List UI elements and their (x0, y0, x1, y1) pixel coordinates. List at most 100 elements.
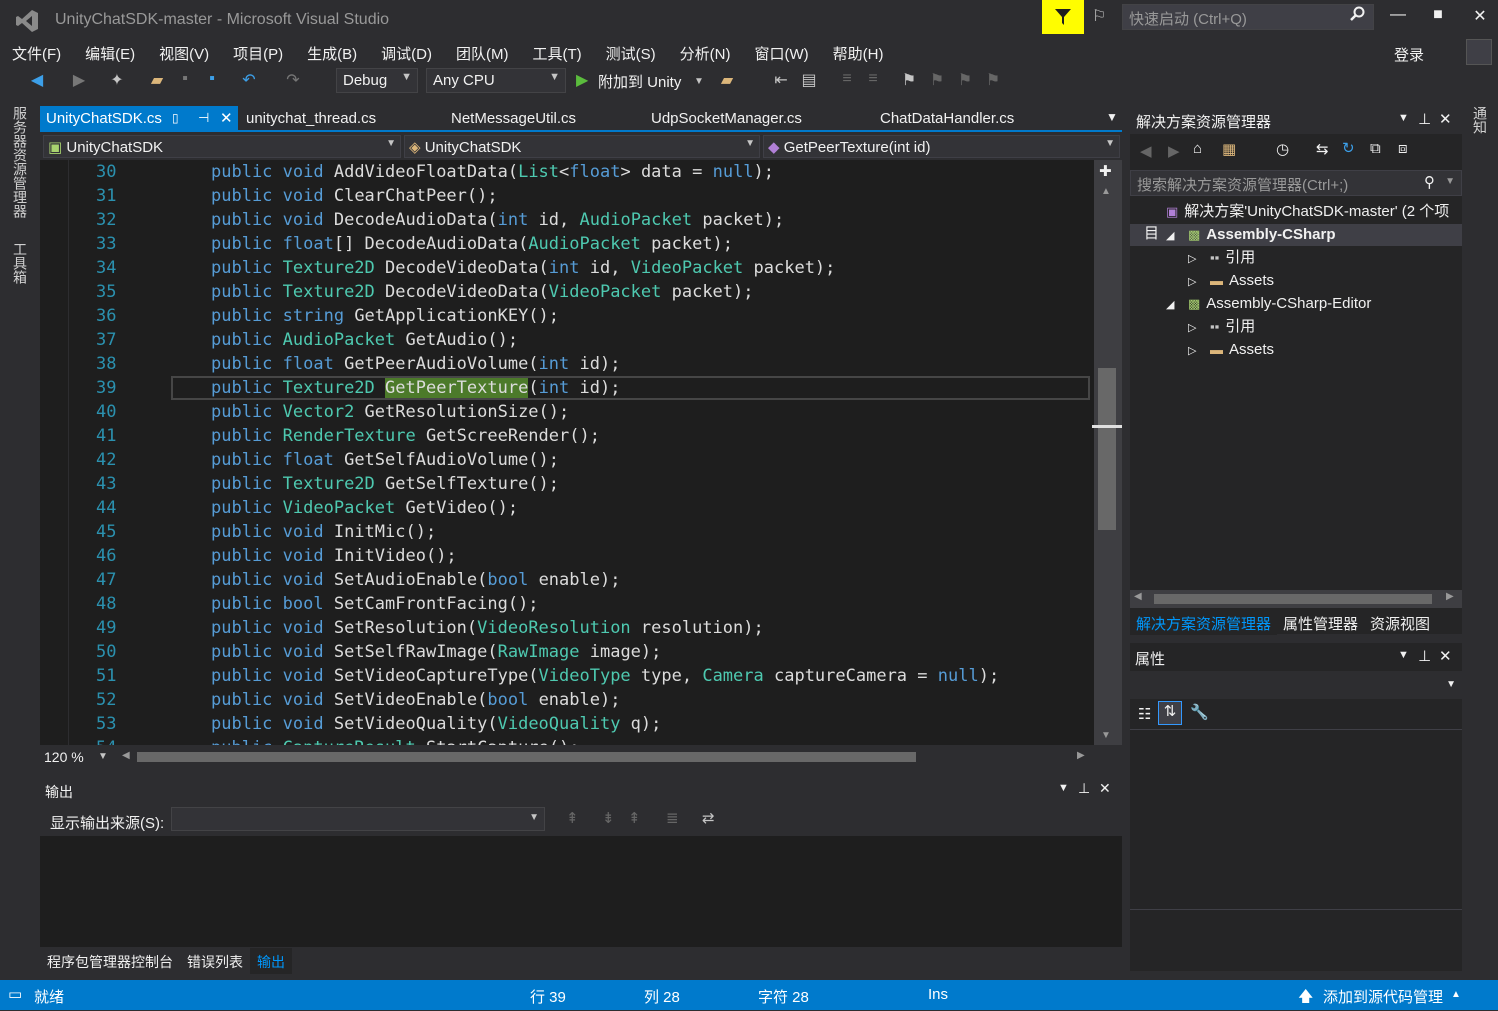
publish-icon[interactable]: 🡅 (1298, 986, 1313, 1011)
minimize-button[interactable]: — (1383, 6, 1413, 30)
tab-netmessageutil-cs[interactable]: NetMessageUtil.cs (445, 106, 582, 132)
panel-options-icon[interactable]: ▼ (1398, 649, 1409, 661)
menu-item-2[interactable]: 视图(V) (147, 40, 221, 66)
feedback-icon[interactable]: ⚐ (1092, 6, 1106, 26)
code-line[interactable]: 35 public Texture2D DecodeVideoData(Video… (40, 280, 1094, 304)
scroll-up-icon[interactable]: ▲ (1101, 186, 1111, 197)
menu-item-4[interactable]: 生成(B) (295, 40, 369, 66)
se-bottom-tab-0[interactable]: 解决方案资源管理器 (1130, 611, 1278, 635)
bottom-tab-1[interactable]: 错误列表 (180, 948, 250, 974)
tab-chatdatahandler-cs[interactable]: ChatDataHandler.cs (874, 106, 1020, 132)
code-line[interactable]: 51 public void SetVideoCaptureType(VideoT… (40, 664, 1094, 688)
scroll-right-icon[interactable]: ▶ (1077, 750, 1085, 761)
home-icon[interactable]: ⌂ (1193, 140, 1202, 157)
code-line[interactable]: 30 public void AddVideoFloatData(List<flo… (40, 160, 1094, 184)
code-line[interactable]: 41 public RenderTexture GetScreeRender(); (40, 424, 1094, 448)
alphabetical-icon[interactable]: ⇅ (1158, 701, 1182, 725)
close-window-button[interactable]: ✕ (1465, 6, 1495, 30)
code-line[interactable]: 53 public void SetVideoQuality(VideoQuali… (40, 712, 1094, 736)
properties-object-select[interactable]: ▼ (1130, 671, 1462, 699)
close-icon[interactable]: ✕ (220, 109, 233, 127)
back-icon[interactable]: ◀ (26, 70, 48, 90)
se-bottom-tab-1[interactable]: 属性管理器 (1277, 611, 1364, 635)
pin-icon[interactable]: ⊥ (1418, 647, 1431, 665)
property-pages-icon[interactable]: 🔧 (1190, 703, 1209, 721)
tree-item[interactable]: ◢ ▩ Assembly-CSharp (1130, 224, 1462, 246)
save-icon[interactable]: ▪ (174, 70, 196, 88)
code-line[interactable]: 42 public float GetSelfAudioVolume(); (40, 448, 1094, 472)
scroll-right-icon[interactable]: ▶ (1446, 591, 1454, 602)
notifications-tab[interactable]: 通知 (1470, 106, 1490, 134)
menu-item-3[interactable]: 项目(P) (221, 40, 295, 66)
word-wrap-icon[interactable]: ⇄ (702, 809, 715, 827)
se-bottom-tab-2[interactable]: 资源视图 (1364, 611, 1436, 635)
layout-icon[interactable]: ▤ (798, 70, 820, 90)
switch-views-icon[interactable]: ▦ (1222, 140, 1236, 158)
clear-bookmarks-icon[interactable]: ⚑ (982, 70, 1004, 90)
quick-launch-input[interactable]: 快速启动 (Ctrl+Q) (1122, 4, 1374, 30)
step-icon[interactable]: ⇤ (770, 70, 792, 90)
expand-arrow-icon[interactable]: ▷ (1188, 340, 1210, 362)
code-line[interactable]: 45 public void InitMic(); (40, 520, 1094, 544)
code-line[interactable]: 47 public void SetAudioEnable(bool enable… (40, 568, 1094, 592)
panel-options-icon[interactable]: ▼ (1058, 782, 1069, 794)
tab-overflow-icon[interactable]: ▼ (1100, 106, 1124, 132)
output-text-area[interactable] (40, 836, 1122, 947)
attach-to-unity-button[interactable]: 附加到 Unity (598, 71, 681, 92)
search-icon[interactable] (1350, 6, 1366, 27)
start-icon[interactable]: ▶ (576, 70, 588, 90)
code-line[interactable]: 46 public void InitVideo(); (40, 544, 1094, 568)
show-all-files-icon[interactable]: ⧈ (1398, 140, 1408, 157)
maximize-button[interactable]: ■ (1423, 6, 1453, 30)
outdent-icon[interactable]: ≡ (836, 70, 858, 88)
avatar[interactable] (1466, 39, 1492, 65)
expand-arrow-icon[interactable]: ▷ (1188, 248, 1210, 270)
tab-unitychatsdk-cs[interactable]: UnityChatSDK.cs ▯ ⊣ ✕ (40, 106, 238, 132)
tree-item[interactable]: ▷ ▪▪ 引用 (1130, 247, 1462, 269)
tree-item[interactable]: ▷ ▪▪ 引用 (1130, 316, 1462, 338)
zoom-level[interactable]: 120 % (44, 749, 84, 765)
refresh-icon[interactable]: ↻ (1342, 139, 1355, 157)
output-source-select[interactable]: ▼ (171, 807, 545, 831)
code-line[interactable]: 54 public CaptureResult StartCapture(); (40, 736, 1094, 745)
tree-item[interactable]: ▷ ▬ Assets (1130, 339, 1462, 361)
type-dropdown[interactable]: ◈ UnityChatSDK ▼ (404, 135, 760, 158)
add-to-source-control-button[interactable]: 添加到源代码管理 (1323, 986, 1443, 1007)
scrollbar-thumb[interactable] (1098, 368, 1116, 530)
code-line[interactable]: 40 public Vector2 GetResolutionSize(); (40, 400, 1094, 424)
menu-item-9[interactable]: 分析(N) (668, 40, 743, 66)
pin-icon[interactable]: ▯ (172, 111, 179, 125)
tree-item[interactable]: ◢ ▩ Assembly-CSharp-Editor (1130, 293, 1462, 315)
close-icon[interactable]: ✕ (1439, 647, 1452, 665)
next-bookmark-icon[interactable]: ⚑ (954, 70, 976, 90)
project-dropdown[interactable]: ▣ UnityChatSDK ▼ (43, 135, 401, 158)
sync-icon[interactable]: ⇆ (1316, 140, 1329, 158)
prev-bookmark-icon[interactable]: ⚑ (926, 70, 948, 90)
save-all-icon[interactable]: ▪ (201, 70, 223, 88)
code-line[interactable]: 34 public Texture2D DecodeVideoData(int i… (40, 256, 1094, 280)
sign-in-link[interactable]: 登录 (1394, 44, 1424, 65)
code-editor[interactable]: 30 public void AddVideoFloatData(List<flo… (40, 160, 1094, 745)
code-line[interactable]: 44 public VideoPacket GetVideo(); (40, 496, 1094, 520)
member-dropdown[interactable]: ◆ GetPeerTexture(int id) ▼ (763, 135, 1120, 158)
menu-item-10[interactable]: 窗口(W) (742, 40, 820, 66)
menu-item-5[interactable]: 调试(D) (369, 40, 444, 66)
scroll-left-icon[interactable]: ◀ (1134, 591, 1142, 602)
scroll-down-icon[interactable]: ▼ (1101, 730, 1111, 741)
code-line[interactable]: 48 public bool SetCamFrontFacing(); (40, 592, 1094, 616)
scrollbar-thumb[interactable] (1154, 594, 1432, 604)
bottom-tab-0[interactable]: 程序包管理器控制台 (40, 948, 180, 974)
collapse-all-icon[interactable]: ⧉ (1370, 140, 1381, 157)
tree-item[interactable]: ▷ ▬ Assets (1130, 270, 1462, 292)
close-icon[interactable]: ✕ (1439, 110, 1452, 128)
tree-item[interactable]: ▣ 解决方案'UnityChatSDK-master' (2 个项目 (1130, 201, 1462, 242)
close-icon[interactable]: ✕ (1099, 780, 1111, 797)
expand-arrow-icon[interactable]: ▷ (1188, 317, 1210, 339)
menu-item-1[interactable]: 编辑(E) (73, 40, 147, 66)
undo-icon[interactable]: ↶ (238, 70, 260, 90)
code-line[interactable]: 52 public void SetVideoEnable(bool enable… (40, 688, 1094, 712)
chevron-down-icon[interactable]: ▼ (688, 76, 710, 87)
goto-next-message-icon[interactable]: ⇟ (602, 809, 615, 827)
solution-platform-select[interactable]: Any CPU ▼ (426, 68, 566, 93)
pin-icon[interactable]: ⊥ (1078, 780, 1090, 797)
